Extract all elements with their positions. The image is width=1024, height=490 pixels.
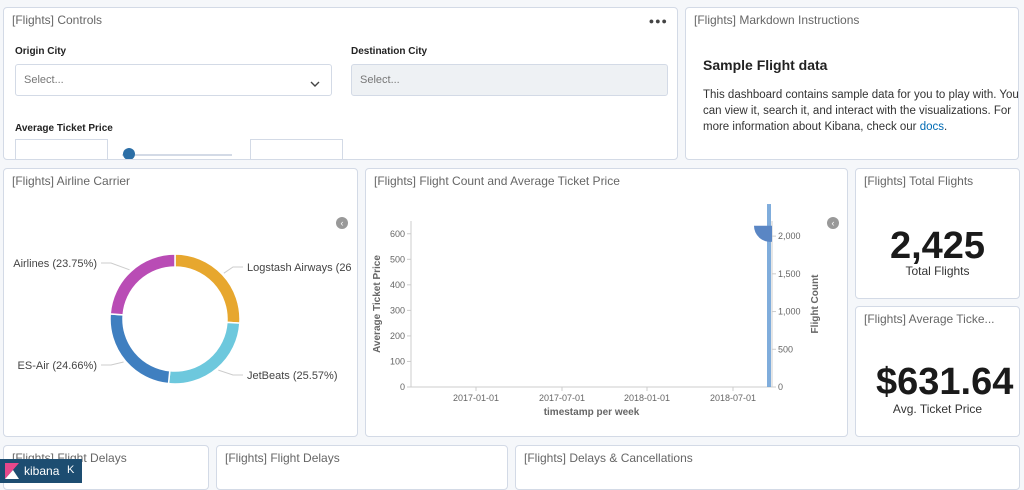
x-tick-label: 2017-07-01: [539, 393, 585, 403]
average-ticket-price-panel: [Flights] Average Ticke... $631.64 Avg. …: [855, 306, 1020, 437]
avg-price-value: $631.64: [876, 361, 1014, 403]
panel-title: [Flights] Average Ticke...: [864, 312, 995, 326]
donut-label: Airlines (23.75%): [13, 258, 97, 270]
kibana-badge[interactable]: kibana K: [0, 459, 82, 483]
y-tick-label: 0: [400, 382, 405, 392]
kibana-label: kibana: [24, 464, 60, 478]
donut-leader-line: [101, 361, 124, 366]
donut-label: Logstash Airways (26: [247, 262, 352, 274]
x-tick-label: 2018-07-01: [710, 393, 756, 403]
donut-slice: [174, 253, 241, 324]
donut-chart: Logstash Airways (26 JetBeats (25.57%) ES-…: [13, 253, 352, 385]
markdown-heading: Sample Flight data: [703, 57, 828, 73]
y2-tick-label: 2,000: [778, 231, 801, 241]
markdown-end: .: [944, 121, 948, 133]
donut-label: JetBeats (25.57%): [247, 370, 338, 382]
x-tick-label: 2017-01-01: [453, 393, 499, 403]
panel-title: [Flights] Markdown Instructions: [694, 13, 860, 27]
donut-leader-line: [218, 369, 243, 376]
destination-city-select[interactable]: Select...: [351, 64, 668, 96]
flight-delays-panel-2: [Flights] Flight Delays: [216, 445, 508, 490]
y-tick-label: 200: [390, 331, 405, 341]
markdown-body: This dashboard contains sample data for …: [703, 87, 1019, 135]
price-slider-handle[interactable]: [123, 148, 136, 159]
donut-leader-line: [223, 266, 243, 274]
docs-link[interactable]: docs: [920, 121, 944, 133]
y2-axis-title: Flight Count: [810, 274, 821, 334]
x-tick-label: 2018-01-01: [624, 393, 670, 403]
y2-tick-label: 1,000: [778, 307, 801, 317]
panel-title: [Flights] Total Flights: [864, 174, 974, 188]
destination-city-label: Destination City: [351, 46, 428, 57]
total-flights-panel: [Flights] Total Flights 2,425 Total Flig…: [855, 168, 1020, 299]
avg-price-label: Avg. Ticket Price: [892, 402, 983, 416]
total-flights-label: Total Flights: [905, 264, 970, 278]
y-tick-label: 600: [390, 229, 405, 239]
donut-leader-line: [101, 262, 130, 271]
donut-slice: [109, 253, 176, 316]
delays-cancellations-panel: [Flights] Delays & Cancellations: [515, 445, 1020, 490]
donut-slice: [167, 321, 241, 385]
y-tick-label: 400: [390, 280, 405, 290]
destination-city-placeholder: Select...: [360, 74, 400, 86]
y-tick-label: 500: [390, 254, 405, 264]
panel-title: [Flights] Flight Delays: [225, 451, 340, 465]
price-max-input[interactable]: [250, 139, 343, 159]
controls-panel: [Flights] Controls ●●● Origin City Selec…: [3, 7, 678, 160]
average-ticket-price-label: Average Ticket Price: [15, 123, 113, 134]
avg-price-point: [753, 225, 772, 242]
flight-count-chart: 0 100 200 300 400 500 600 0 500 1,000 1,500 2,000 20…: [372, 204, 821, 418]
origin-city-select[interactable]: Select...: [15, 64, 332, 96]
donut-label: ES-Air (24.66%): [18, 360, 97, 372]
price-slider-track[interactable]: [122, 154, 232, 156]
panel-title: [Flights] Controls: [12, 13, 103, 27]
panel-title: [Flights] Delays & Cancellations: [524, 451, 693, 465]
markdown-panel: [Flights] Markdown Instructions Sample F…: [685, 7, 1019, 160]
y-tick-label: 300: [390, 305, 405, 315]
origin-city-label: Origin City: [15, 46, 67, 57]
price-min-input[interactable]: [15, 139, 108, 159]
y-tick-label: 100: [390, 356, 405, 366]
x-axis-title: timestamp per week: [544, 407, 640, 418]
donut-slice: [109, 313, 171, 385]
flight-count-panel: [Flights] Flight Count and Average Ticke…: [365, 168, 848, 437]
y2-tick-label: 1,500: [778, 269, 801, 279]
origin-city-placeholder: Select...: [24, 74, 64, 86]
collapse-icon: K: [67, 464, 75, 476]
markdown-text: This dashboard contains sample data for …: [703, 89, 1019, 133]
kibana-logo-icon: [5, 463, 19, 479]
y2-tick-label: 0: [778, 382, 783, 392]
panel-options-icon[interactable]: ●●●: [649, 16, 668, 26]
y2-tick-label: 500: [778, 344, 793, 354]
y-axis-title: Average Ticket Price: [372, 255, 383, 353]
total-flights-value: 2,425: [889, 225, 986, 267]
airline-carrier-panel: [Flights] Airline Carrier ‹ Logstash Air…: [3, 168, 358, 437]
chevron-down-icon: [309, 71, 321, 101]
